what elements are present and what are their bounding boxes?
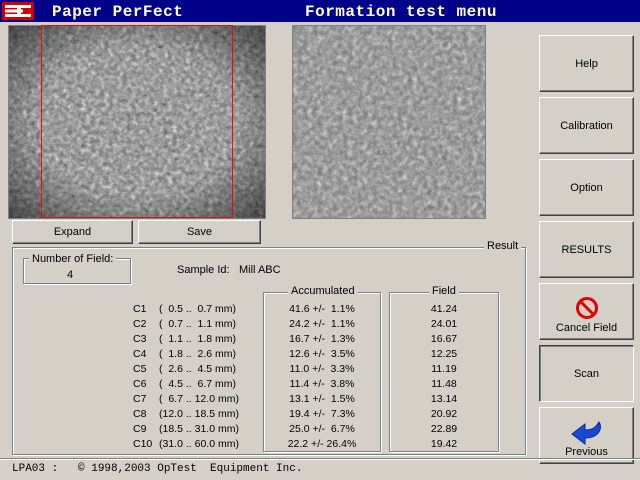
status-divider <box>0 458 640 460</box>
row-field: 41.24 <box>430 303 458 315</box>
row-field: 13.14 <box>430 393 458 405</box>
sample-id-value: Mill ABC <box>239 264 281 276</box>
option-button[interactable]: Option <box>539 159 634 216</box>
previous-button[interactable]: Previous <box>539 407 634 464</box>
row-class: C3 <box>133 333 147 345</box>
row-accumulated: 41.6 +/- 1.1% <box>289 303 355 315</box>
sample-id-label: Sample Id: <box>177 264 230 276</box>
optest-logo-icon <box>2 2 34 20</box>
row-range: ( 1.1 .. 1.8 mm) <box>159 333 237 345</box>
row-class: C6 <box>133 378 147 390</box>
row-class: C10 <box>133 438 153 450</box>
field-image-view <box>292 25 486 219</box>
save-button[interactable]: Save <box>138 220 261 244</box>
row-accumulated: 12.6 +/- 3.5% <box>289 348 355 360</box>
row-field: 12.25 <box>430 348 458 360</box>
row-field: 22.89 <box>430 423 458 435</box>
calibration-button[interactable]: Calibration <box>539 97 634 154</box>
row-accumulated: 16.7 +/- 1.3% <box>289 333 355 345</box>
cancel-field-button[interactable]: Cancel Field <box>539 283 634 340</box>
row-field: 16.67 <box>430 333 458 345</box>
row-range: (18.5 .. 31.0 mm) <box>159 423 239 435</box>
row-class: C2 <box>133 318 147 330</box>
row-accumulated: 11.0 +/- 3.3% <box>289 363 355 375</box>
row-range: ( 4.5 .. 6.7 mm) <box>159 378 237 390</box>
row-class: C9 <box>133 423 147 435</box>
help-button[interactable]: Help <box>539 35 634 92</box>
selection-rectangle[interactable] <box>41 25 233 218</box>
app-title: Paper PerFect <box>52 3 184 21</box>
row-range: ( 0.7 .. 1.1 mm) <box>159 318 237 330</box>
row-field: 24.01 <box>430 318 458 330</box>
live-image-view[interactable] <box>8 25 266 219</box>
row-field: 19.42 <box>430 438 458 450</box>
cancel-field-label: Cancel Field <box>555 321 618 334</box>
menu-title: Formation test menu <box>305 3 497 21</box>
expand-button[interactable]: Expand <box>12 220 133 244</box>
row-accumulated: 25.0 +/- 6.7% <box>289 423 355 435</box>
row-class: C7 <box>133 393 147 405</box>
row-range: ( 0.5 .. 0.7 mm) <box>159 303 237 315</box>
accumulated-header: Accumulated <box>288 285 358 297</box>
row-accumulated: 22.2 +/- 26.4% <box>287 438 357 450</box>
status-bar-text: LPA03 : © 1998,2003 OpTest Equipment Inc… <box>12 463 303 475</box>
row-range: ( 1.8 .. 2.6 mm) <box>159 348 237 360</box>
number-of-field-label: Number of Field: <box>29 253 117 265</box>
results-button[interactable]: RESULTS <box>539 221 634 278</box>
row-accumulated: 11.4 +/- 3.8% <box>289 378 355 390</box>
row-accumulated: 19.4 +/- 7.3% <box>289 408 355 420</box>
row-class: C8 <box>133 408 147 420</box>
number-of-field-value: 4 <box>67 269 74 281</box>
row-class: C5 <box>133 363 147 375</box>
row-range: ( 2.6 .. 4.5 mm) <box>159 363 237 375</box>
row-range: (12.0 .. 18.5 mm) <box>159 408 239 420</box>
title-bar: Paper PerFect Formation test menu <box>0 0 640 22</box>
row-class: C1 <box>133 303 147 315</box>
row-range: (31.0 .. 60.0 mm) <box>159 438 239 450</box>
result-group-label: Result <box>484 240 522 252</box>
formation-image-right <box>293 26 485 218</box>
back-arrow-icon <box>570 420 601 445</box>
row-accumulated: 24.2 +/- 1.1% <box>289 318 355 330</box>
row-field: 11.19 <box>431 363 457 375</box>
row-field: 20.92 <box>430 408 458 420</box>
no-entry-icon <box>575 296 598 319</box>
row-class: C4 <box>133 348 147 360</box>
row-accumulated: 13.1 +/- 1.5% <box>289 393 355 405</box>
field-header: Field <box>429 285 459 297</box>
row-range: ( 6.7 .. 12.0 mm) <box>159 393 239 405</box>
row-field: 11.48 <box>431 378 457 390</box>
scan-button[interactable]: Scan <box>539 345 634 402</box>
previous-label: Previous <box>565 445 608 458</box>
